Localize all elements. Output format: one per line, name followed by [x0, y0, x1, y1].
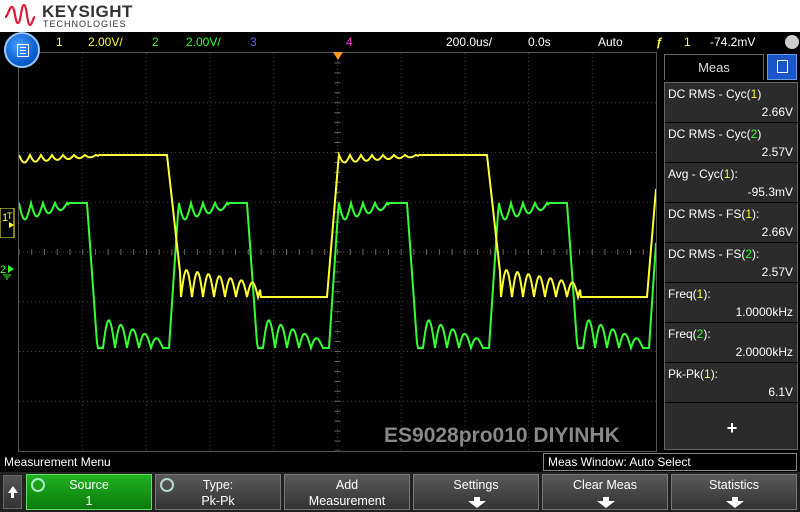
type-softkey-value: Pk-Pk	[201, 494, 235, 508]
add-softkey-label: Add	[335, 478, 359, 492]
measurement-channel: 1	[745, 207, 753, 221]
measurement-label-suffix: ):	[703, 327, 711, 341]
add-softkey-label-2: Measurement	[308, 494, 386, 508]
status-bar: 1 2.00V/ 2 2.00V/ 3 4 200.0us/ 0.0s Auto…	[0, 32, 800, 52]
ch2-scale[interactable]: 2.00V/	[186, 35, 221, 49]
tab-meas[interactable]: Meas	[664, 54, 764, 80]
source-softkey-label: Source	[69, 478, 109, 492]
ch1-number[interactable]: 1	[56, 35, 63, 49]
main-menu-button[interactable]	[4, 32, 40, 68]
clear-meas-softkey[interactable]: Clear Meas	[542, 474, 668, 510]
trigger-edge-icon: ƒ	[656, 35, 663, 49]
measurement-channel: 2	[745, 247, 753, 261]
measurement-label-text: DC RMS - FS(	[668, 207, 746, 221]
measurement-value: 2.57V	[761, 145, 793, 159]
measurement-label: DC RMS - Cyc(1)	[668, 87, 761, 101]
ch2-marker-label: 2	[0, 264, 6, 276]
measurement-item[interactable]: Pk-Pk(1): 6.1V	[665, 363, 799, 403]
measurement-panel: Meas DC RMS - Cyc(1) 2.66V DC RMS - Cyc(2)…	[660, 52, 800, 452]
measurement-value: -95.3mV	[747, 185, 793, 199]
measurement-item[interactable]: DC RMS - Cyc(1) 2.66V	[665, 83, 799, 123]
measurement-label-suffix: )	[757, 127, 762, 141]
ch4-number[interactable]: 4	[346, 35, 353, 49]
measurement-label-text: Pk-Pk(	[668, 367, 704, 381]
measurement-label-text: Avg - Cyc(	[668, 167, 724, 181]
measurement-item[interactable]: Freq(2): 2.0000kHz	[665, 323, 799, 363]
measurement-label-suffix: )	[757, 87, 762, 101]
brand-bar: KEYSIGHT TECHNOLOGIES	[0, 0, 800, 32]
ch1-ground-marker[interactable]: 1 T	[0, 208, 16, 238]
brand-subtitle: TECHNOLOGIES	[43, 19, 127, 29]
measurement-label: Freq(1):	[668, 287, 711, 301]
submenu-arrow-icon	[726, 497, 744, 508]
measurement-label: Avg - Cyc(1):	[668, 167, 738, 181]
measurement-label-text: Freq(	[668, 287, 697, 301]
measurement-value: 2.57V	[761, 265, 793, 279]
measurement-label-text: DC RMS - Cyc(	[668, 127, 751, 141]
ch3-number[interactable]: 3	[250, 35, 257, 49]
measurement-list: DC RMS - Cyc(1) 2.66V DC RMS - Cyc(2) 2.57V…	[664, 82, 799, 450]
measurement-item[interactable]: DC RMS - FS(2): 2.57V	[665, 243, 799, 283]
measurement-label: DC RMS - Cyc(2)	[668, 127, 761, 141]
measurement-item[interactable]: Freq(1): 1.0000kHz	[665, 283, 799, 323]
list-icon	[777, 60, 788, 73]
clear-softkey-label: Clear Meas	[573, 478, 637, 492]
measurement-label: Pk-Pk(1):	[668, 367, 718, 381]
measurement-value: 2.0000kHz	[735, 345, 793, 359]
panel-toggle-button[interactable]	[785, 35, 799, 49]
measurement-label-suffix: ):	[752, 207, 760, 221]
add-measurement-softkey[interactable]: Add Measurement	[284, 474, 410, 510]
panel-menu-button[interactable]	[767, 54, 797, 80]
statistics-softkey[interactable]: Statistics	[671, 474, 797, 510]
trigger-position-marker[interactable]	[333, 52, 343, 60]
trigger-level-label: T	[7, 211, 13, 221]
settings-softkey-label: Settings	[453, 478, 499, 492]
measurement-value: 2.66V	[761, 225, 793, 239]
measurement-item[interactable]: Avg - Cyc(1): -95.3mV	[665, 163, 799, 203]
menu-title: Measurement Menu	[4, 455, 111, 469]
measurement-label: DC RMS - FS(1):	[668, 207, 759, 221]
waveform-display[interactable]	[18, 52, 657, 452]
back-button[interactable]	[3, 475, 22, 509]
measurement-label-suffix: ):	[752, 247, 760, 261]
measurement-value: 1.0000kHz	[735, 305, 793, 319]
submenu-arrow-icon	[468, 497, 486, 508]
menu-list-icon	[17, 44, 29, 57]
add-measurement-button[interactable]: +	[665, 408, 799, 448]
ch2-waveform	[19, 199, 656, 352]
source-softkey[interactable]: Source 1	[26, 474, 152, 510]
ch2-ground-marker[interactable]: 2	[0, 262, 16, 280]
delay-readout[interactable]: 0.0s	[528, 35, 551, 49]
measurement-label-suffix: ):	[703, 287, 711, 301]
measurement-label: Freq(2):	[668, 327, 711, 341]
waveform-graticule	[19, 53, 656, 451]
trigger-mode[interactable]: Auto	[598, 35, 623, 49]
type-softkey-label: Type:	[202, 478, 234, 492]
measurement-label-text: DC RMS - Cyc(	[668, 87, 751, 101]
measurement-channel: 1	[704, 367, 711, 381]
measurement-label-suffix: ):	[710, 367, 719, 381]
timebase-readout[interactable]: 200.0us/	[446, 35, 492, 49]
measurement-value: 6.1V	[768, 385, 793, 399]
keysight-logo-icon	[4, 3, 36, 27]
measurement-label: DC RMS - FS(2):	[668, 247, 759, 261]
trigger-level[interactable]: -74.2mV	[710, 35, 755, 49]
ch2-number[interactable]: 2	[152, 35, 159, 49]
submenu-arrow-icon	[597, 497, 615, 508]
watermark-text: ES9028pro010 DIYINHK	[384, 424, 620, 447]
trigger-source[interactable]: 1	[684, 35, 691, 49]
meas-window-status: Meas Window: Auto Select	[543, 453, 797, 471]
measurement-item[interactable]: DC RMS - Cyc(2) 2.57V	[665, 123, 799, 163]
type-softkey[interactable]: Type: Pk-Pk	[155, 474, 281, 510]
measurement-value: 2.66V	[761, 105, 793, 119]
measurement-item[interactable]: DC RMS - FS(1): 2.66V	[665, 203, 799, 243]
measurement-label-suffix: ):	[730, 167, 738, 181]
statistics-softkey-label: Statistics	[708, 478, 759, 492]
measurement-label-text: Freq(	[668, 327, 697, 341]
settings-softkey[interactable]: Settings	[413, 474, 539, 510]
source-softkey-value: 1	[85, 494, 93, 508]
ch1-scale[interactable]: 2.00V/	[88, 35, 123, 49]
measurement-label-text: DC RMS - FS(	[668, 247, 746, 261]
